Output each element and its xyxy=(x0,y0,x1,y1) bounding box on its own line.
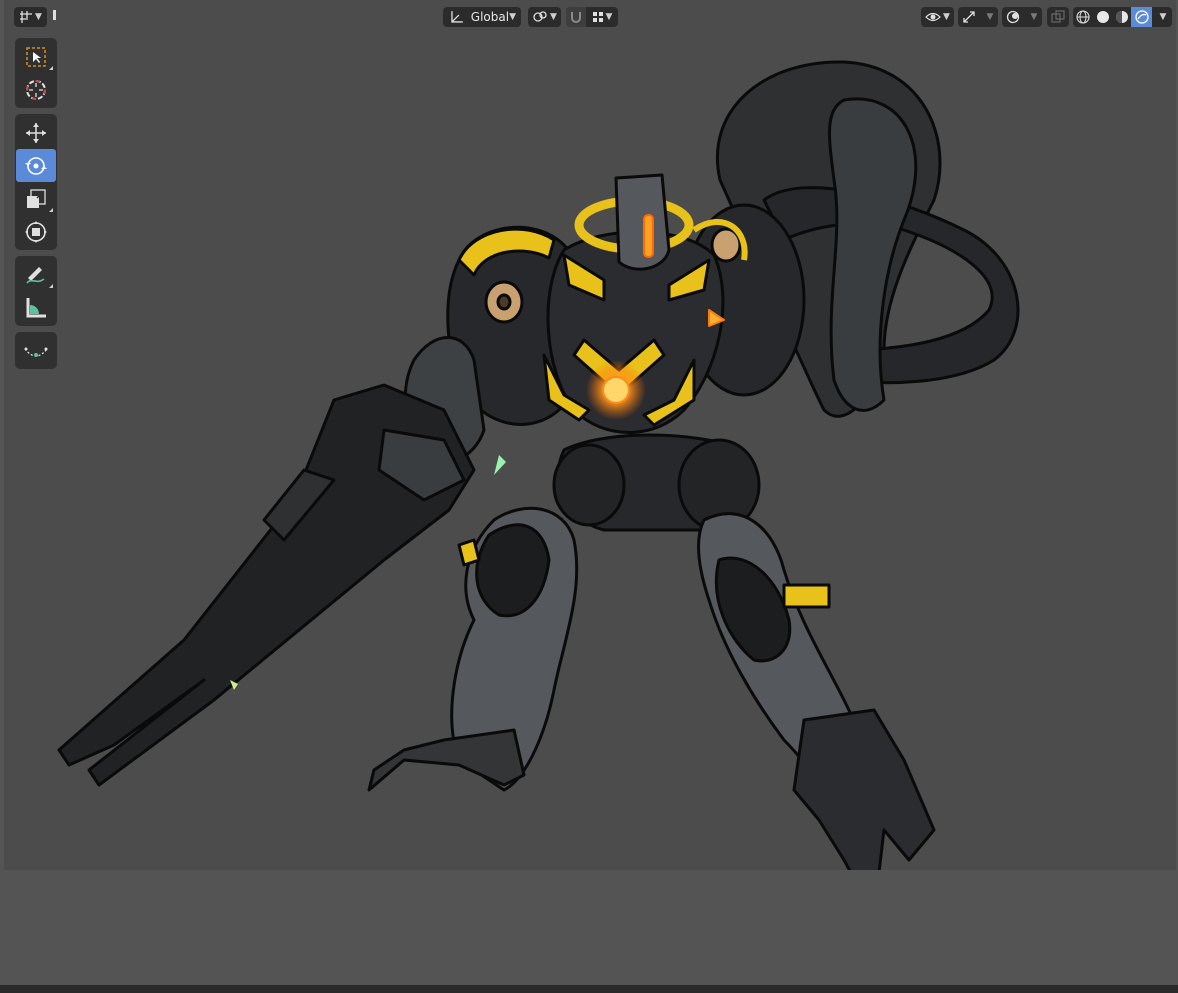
tool-select-box[interactable] xyxy=(16,40,56,73)
viewport-header: ▼ Global ▼ ▼ ▼ ▼ ▼ ▼ ▼ xyxy=(4,0,1176,34)
shading-wireframe[interactable] xyxy=(1073,7,1093,27)
tool-cursor[interactable] xyxy=(16,73,56,106)
xray-icon xyxy=(1051,10,1065,23)
status-bar xyxy=(0,985,1178,993)
grid-snap-icon xyxy=(592,12,603,22)
curve-icon xyxy=(24,347,48,357)
gizmo-icon xyxy=(963,11,975,23)
snap-group: ▼ xyxy=(566,7,618,27)
overlay-toggle[interactable] xyxy=(1002,7,1024,27)
solid-sphere-icon xyxy=(1096,11,1109,23)
shading-group: ▼ xyxy=(1073,7,1172,27)
overlay-icon xyxy=(1006,10,1020,24)
tool-group-transform xyxy=(15,114,57,250)
shading-dropdown[interactable]: ▼ xyxy=(1152,7,1172,27)
measure-ruler-icon xyxy=(26,297,46,317)
editor-type-button[interactable]: ▼ xyxy=(14,7,47,27)
xray-toggle[interactable] xyxy=(1047,7,1069,27)
menu-handle xyxy=(53,10,56,20)
chevron-down-icon: ▼ xyxy=(550,12,557,22)
tool-transform[interactable] xyxy=(16,215,56,248)
tool-rotate[interactable] xyxy=(16,149,56,182)
visibility-button[interactable]: ▼ xyxy=(921,7,954,27)
shading-solid[interactable] xyxy=(1093,7,1112,27)
cursor-icon xyxy=(26,79,46,100)
shading-rendered[interactable] xyxy=(1131,7,1152,27)
tool-move[interactable] xyxy=(16,116,56,149)
axes-icon xyxy=(20,11,33,23)
chevron-down-icon: ▼ xyxy=(605,12,613,22)
chevron-down-icon: ▼ xyxy=(509,12,516,22)
tool-group-select xyxy=(15,38,57,108)
tool-group-annotate xyxy=(15,256,57,326)
chevron-down-icon: ▼ xyxy=(1159,12,1167,22)
snap-toggle[interactable] xyxy=(566,7,586,27)
eye-icon xyxy=(925,12,941,22)
rotate-icon xyxy=(25,156,47,175)
orientation-label: Global xyxy=(470,10,510,24)
chevron-down-icon: ▼ xyxy=(986,12,994,22)
snap-target-dropdown[interactable]: ▼ xyxy=(586,7,618,27)
transform-orientation-dropdown[interactable]: Global ▼ xyxy=(443,7,521,27)
material-sphere-icon xyxy=(1115,11,1128,23)
chevron-down-icon: ▼ xyxy=(943,12,950,22)
tool-scale[interactable] xyxy=(16,182,56,215)
wireframe-sphere-icon xyxy=(1076,10,1090,24)
annotate-pencil-icon xyxy=(26,266,45,284)
link-icon xyxy=(533,11,547,22)
orientation-icon xyxy=(451,11,463,23)
overlay-dropdown[interactable]: ▼ xyxy=(1024,7,1042,27)
select-box-icon xyxy=(26,46,46,67)
move-icon xyxy=(26,122,46,143)
3d-viewport[interactable]: ▼ Global ▼ ▼ ▼ ▼ ▼ ▼ ▼ xyxy=(4,0,1176,870)
rendered-sphere-icon xyxy=(1134,10,1149,24)
transform-icon xyxy=(25,220,47,243)
tool-shelf xyxy=(15,38,57,375)
tool-annotate[interactable] xyxy=(16,258,56,291)
tool-curve[interactable] xyxy=(16,334,56,367)
gizmo-dropdown[interactable]: ▼ xyxy=(980,7,998,27)
overlay-group: ▼ xyxy=(1002,7,1042,27)
gizmo-group: ▼ xyxy=(958,7,998,27)
timeline-area xyxy=(0,870,1178,985)
chevron-down-icon: ▼ xyxy=(35,12,42,22)
chevron-down-icon: ▼ xyxy=(1030,12,1038,22)
tool-group-curve xyxy=(15,332,57,369)
shading-material[interactable] xyxy=(1112,7,1131,27)
pivot-point-button[interactable]: ▼ xyxy=(528,7,561,27)
scale-icon xyxy=(27,188,46,208)
tool-measure[interactable] xyxy=(16,291,56,324)
magnet-icon xyxy=(571,12,581,23)
robot-model xyxy=(57,60,1020,870)
gizmo-toggle[interactable] xyxy=(958,7,980,27)
